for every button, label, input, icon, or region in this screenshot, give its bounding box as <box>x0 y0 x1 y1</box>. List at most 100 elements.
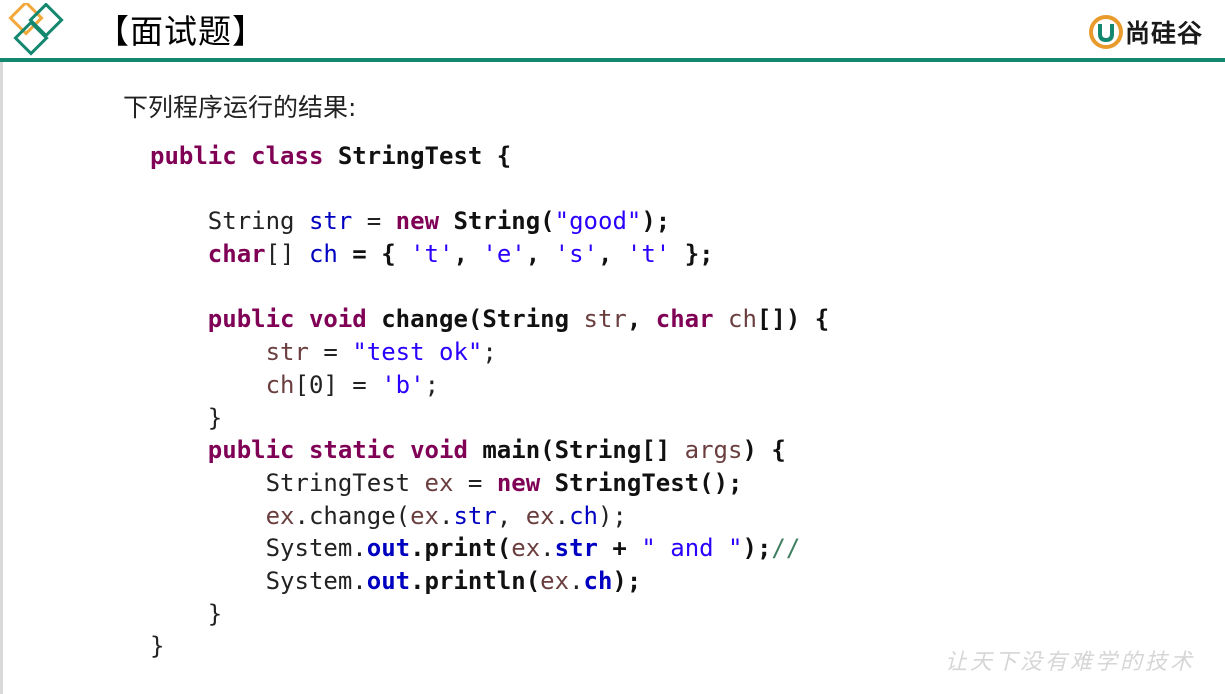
left-border <box>0 62 3 694</box>
code-token: } <box>150 632 165 661</box>
header-divider <box>0 58 1225 62</box>
code-token: .print( <box>410 534 512 563</box>
brand-u-icon <box>1088 15 1123 49</box>
code-token: + <box>597 534 642 563</box>
code-line: char[] ch = { 't', 'e', 's', 't' }; <box>150 238 829 271</box>
code-token: , <box>453 240 483 269</box>
code-token: char <box>207 240 266 269</box>
page-title: 【面试题】 <box>96 12 266 51</box>
code-token: , <box>496 501 526 530</box>
code-token: class <box>251 142 324 170</box>
code-token: ); <box>612 566 642 595</box>
code-token: ex <box>511 534 541 563</box>
code-line: } <box>150 598 829 631</box>
code-token: 's' <box>554 240 598 269</box>
code-token: ); <box>742 534 772 563</box>
code-token: 'e' <box>482 240 526 269</box>
code-token: . <box>554 501 570 530</box>
code-token: str <box>453 501 497 530</box>
code-token: []) { <box>756 305 830 334</box>
code-token: new <box>395 207 440 236</box>
slide-header: 【面试题】 尚硅谷 <box>0 0 1225 62</box>
code-token: } <box>150 403 223 432</box>
code-token: . <box>540 534 555 563</box>
code-line: ch[0] = 'b'; <box>150 369 829 402</box>
code-token: } <box>150 599 223 628</box>
code-token: 'b' <box>381 370 425 399</box>
code-token: , <box>598 240 627 269</box>
code-token: System. <box>150 566 367 595</box>
code-token: ch <box>583 566 613 595</box>
code-token: = <box>308 338 353 367</box>
code-token: .change( <box>294 501 411 530</box>
code-token: ex <box>540 566 570 595</box>
code-line: String str = new String("good"); <box>150 205 829 238</box>
code-token: System. <box>150 534 367 563</box>
code-token: = <box>453 468 497 497</box>
code-token: str <box>554 534 598 563</box>
code-token: }; <box>670 240 714 269</box>
code-token: ; <box>482 338 497 367</box>
code-token: out <box>366 566 411 595</box>
code-token: .println( <box>410 566 541 595</box>
code-line: public void change(String str, char ch[]… <box>150 303 829 336</box>
code-line: } <box>150 630 829 663</box>
code-token: = { <box>337 240 411 269</box>
code-token: args <box>684 436 743 465</box>
code-token: ex <box>424 468 454 497</box>
code-line: public static void main(String[] args) { <box>150 434 829 467</box>
code-token: ) { <box>742 436 786 465</box>
code-line: StringTest ex = new StringTest(); <box>150 467 829 500</box>
code-token: ch <box>265 370 295 399</box>
code-token: ex <box>265 501 295 530</box>
code-line: ex.change(ex.str, ex.ch); <box>150 500 829 533</box>
code-token: " and " <box>641 534 743 563</box>
code-token: new <box>496 468 541 497</box>
code-token: void <box>410 436 468 465</box>
code-token: static <box>308 436 396 465</box>
diamond-logo-icon <box>8 3 64 56</box>
code-token: // <box>771 534 801 563</box>
code-token: ex <box>410 501 439 530</box>
code-token: change(String <box>381 305 584 334</box>
code-token: ; <box>424 370 440 399</box>
code-token: StringTest <box>337 142 483 170</box>
code-token: 't' <box>410 240 454 269</box>
code-token: , <box>525 240 555 269</box>
slide: 【面试题】 尚硅谷 下列程序运行的结果: public class String… <box>0 0 1225 694</box>
code-token: str <box>265 338 309 367</box>
code-token: "test ok" <box>352 338 483 367</box>
code-token: 't' <box>626 240 671 269</box>
code-token: [0] = <box>294 370 382 399</box>
code-token: String <box>150 207 309 236</box>
code-token: void <box>308 305 367 334</box>
code-token: main(String[] <box>482 436 685 465</box>
code-token: ex <box>525 501 555 530</box>
code-token: ch <box>728 305 757 334</box>
code-token: ); <box>641 207 671 236</box>
code-line: str = "test ok"; <box>150 336 829 369</box>
code-token: String( <box>453 207 555 236</box>
code-token: [] <box>265 240 309 269</box>
code-token: . <box>569 566 584 595</box>
code-token: , <box>626 305 656 334</box>
code-token: ch <box>569 501 598 530</box>
code-token: = <box>352 207 396 236</box>
code-token: StringTest(); <box>554 468 743 497</box>
